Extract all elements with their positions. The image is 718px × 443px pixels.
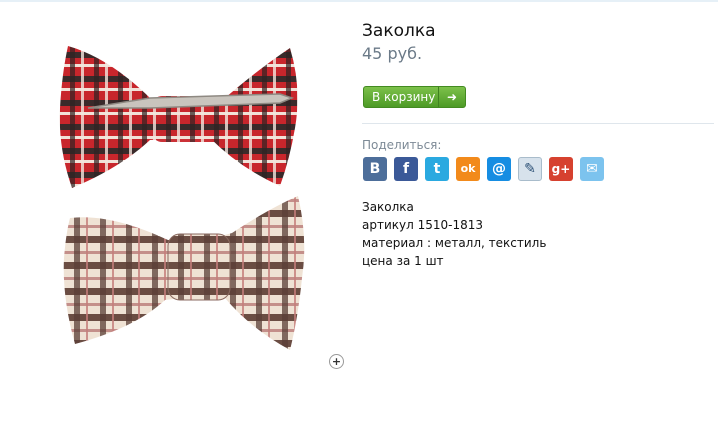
- share-label: Поделиться:: [362, 138, 442, 152]
- arrow-right-icon: ➜: [438, 87, 465, 107]
- product-title: Заколка: [362, 21, 436, 41]
- product-description: Заколка артикул 1510-1813 материал : мет…: [362, 198, 546, 270]
- divider: [362, 123, 714, 124]
- vkontakte-icon[interactable]: B: [363, 157, 387, 181]
- facebook-icon[interactable]: f: [394, 157, 418, 181]
- product-photo[interactable]: [40, 28, 330, 368]
- description-line: артикул 1510-1813: [362, 218, 484, 232]
- add-to-cart-button[interactable]: В корзину ➜: [363, 86, 466, 108]
- twitter-icon[interactable]: t: [425, 157, 449, 181]
- description-line: Заколка: [362, 200, 414, 214]
- googleplus-icon[interactable]: g+: [549, 157, 573, 181]
- mailru-icon[interactable]: @: [487, 157, 511, 181]
- plus-icon: +: [331, 355, 342, 368]
- add-to-cart-label: В корзину: [372, 90, 436, 104]
- top-border: [0, 0, 718, 2]
- zoom-button[interactable]: +: [329, 354, 344, 369]
- product-price: 45 руб.: [362, 44, 423, 63]
- description-line: материал : металл, текстиль: [362, 236, 547, 250]
- odnoklassniki-icon[interactable]: ok: [456, 157, 480, 181]
- email-icon[interactable]: ✉: [580, 157, 604, 181]
- description-line: цена за 1 шт: [362, 254, 444, 268]
- livejournal-icon[interactable]: ✎: [518, 157, 542, 181]
